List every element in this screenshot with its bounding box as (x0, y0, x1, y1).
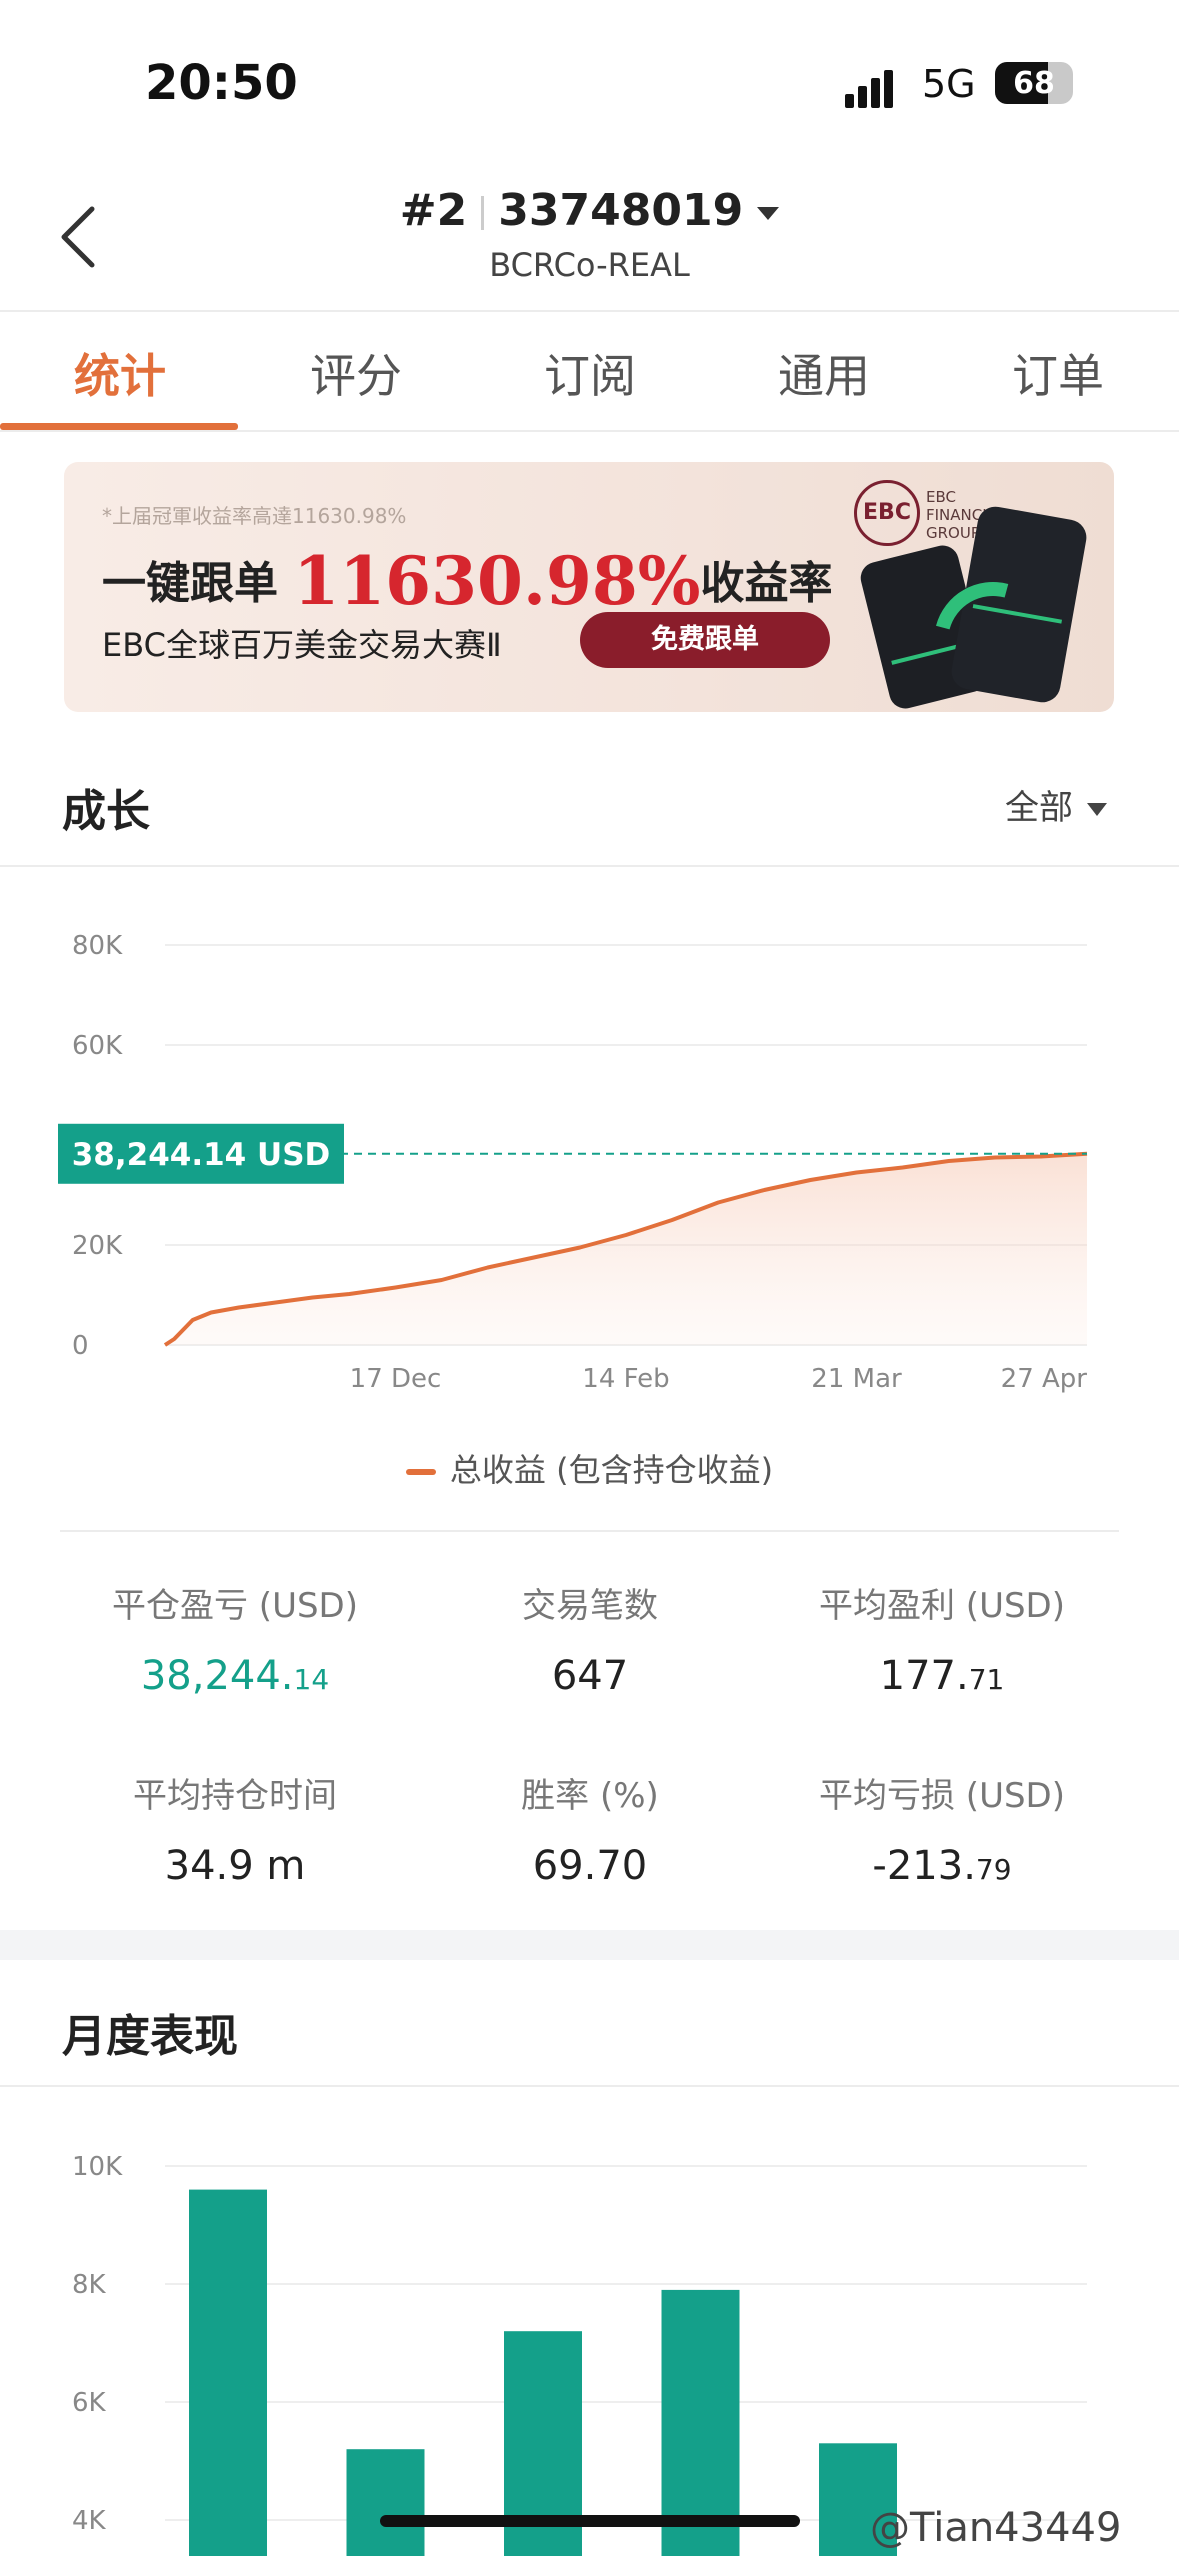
free-copy-button[interactable]: 免费跟单 (580, 612, 830, 668)
stat-value: 34.9 m (164, 1843, 306, 1889)
account-number: 33748019 (498, 185, 744, 236)
banner-headline-prefix: 一键跟单 (102, 558, 278, 609)
stat-closed-pnl: 平仓盈亏 (USD) 38,244.14 (45, 1578, 425, 1699)
stat-value: 38,244.14 (140, 1653, 330, 1699)
header-divider (0, 310, 1179, 312)
y-tick-label: 8K (72, 2270, 107, 2300)
monthly-divider (0, 2085, 1179, 2087)
monthly-bar (346, 2449, 425, 2556)
stat-trade-count: 交易笔数 647 (400, 1578, 780, 1699)
chevron-down-icon (1087, 803, 1107, 816)
stat-label: 平仓盈亏 (USD) (112, 1586, 358, 1626)
network-label: 5G (922, 62, 976, 106)
tab-subscribe[interactable]: 订阅 (472, 340, 708, 406)
tab-stats[interactable]: 统计 (2, 340, 238, 406)
banner-headline-value: 11630.98% (293, 542, 701, 620)
battery-level: 68 (1013, 66, 1055, 101)
tab-orders[interactable]: 订单 (940, 340, 1176, 406)
stat-label: 平均亏损 (USD) (819, 1776, 1065, 1816)
chart-legend: 总收益 (包含持仓收益) (0, 1445, 1179, 1491)
home-indicator (380, 2515, 800, 2527)
y-tick-label: 20K (72, 1231, 123, 1261)
growth-title: 成长 (62, 786, 150, 837)
stat-avg-profit: 平均盈利 (USD) 177.71 (752, 1578, 1132, 1699)
stat-value: 647 (551, 1653, 629, 1699)
stat-win-rate: 胜率 (%) 69.70 (400, 1768, 780, 1889)
y-tick-label: 60K (72, 1031, 123, 1061)
stat-value: 69.70 (532, 1843, 648, 1889)
stat-value: 177.71 (879, 1653, 1005, 1699)
promo-banner[interactable]: *上届冠軍收益率高達11630.98% 一键跟单 11630.98%收益率 EB… (64, 462, 1114, 712)
y-tick-label: 0 (72, 1331, 89, 1361)
monthly-chart[interactable]: 10K 8K 6K 4K (0, 2110, 1179, 2556)
active-tab-indicator (0, 423, 238, 430)
legend-swatch (405, 1469, 436, 1475)
period-filter[interactable]: 全部 (1005, 780, 1107, 829)
y-tick-label: 6K (72, 2388, 107, 2418)
tabs-divider (0, 430, 1179, 432)
x-tick-label: 17 Dec (350, 1364, 442, 1394)
stat-label: 平均持仓时间 (133, 1776, 337, 1816)
tab-general[interactable]: 通用 (706, 340, 942, 406)
account-selector[interactable]: #2 33748019 (0, 185, 1179, 236)
stat-value: -213.79 (872, 1843, 1012, 1889)
section-separator (0, 1930, 1179, 1960)
y-tick-label: 80K (72, 931, 123, 961)
signal-icon (845, 70, 893, 108)
tab-rating[interactable]: 评分 (238, 340, 474, 406)
account-separator (481, 196, 485, 230)
status-time: 20:50 (145, 55, 298, 111)
period-filter-label: 全部 (1005, 788, 1073, 828)
battery-icon: 68 (995, 62, 1073, 104)
ebc-logo: EBC (854, 480, 920, 546)
watermark: @Tian43449 (870, 2505, 1122, 2551)
stat-label: 胜率 (%) (521, 1776, 659, 1816)
banner-headline: 一键跟单 11630.98%收益率 (102, 542, 832, 620)
brand-line: EBC (926, 488, 956, 506)
stat-label: 平均盈利 (USD) (819, 1586, 1065, 1626)
banner-note: *上届冠軍收益率高達11630.98% (102, 504, 407, 528)
stat-avg-hold-time: 平均持仓时间 34.9 m (45, 1768, 425, 1889)
y-tick-label: 4K (72, 2506, 107, 2536)
server-name: BCRCo-REAL (489, 246, 690, 284)
monthly-bar (189, 2189, 267, 2556)
stat-label: 交易笔数 (522, 1586, 658, 1626)
stat-avg-loss: 平均亏损 (USD) -213.79 (752, 1768, 1132, 1889)
monthly-title: 月度表现 (62, 2011, 238, 2062)
banner-headline-suffix: 收益率 (700, 558, 833, 609)
legend-divider (60, 1530, 1119, 1532)
x-tick-label: 21 Mar (811, 1364, 902, 1394)
current-value-label: 38,244.14 USD (72, 1137, 331, 1173)
chevron-down-icon (757, 206, 780, 220)
legend-label: 总收益 (包含持仓收益) (449, 1451, 774, 1489)
growth-chart[interactable]: 80K 60K 20K 0 17 Dec 14 Feb 21 Mar 27 Apr 38,244… (0, 880, 1179, 1420)
y-tick-label: 10K (72, 2152, 123, 2182)
x-tick-label: 27 Apr (1001, 1364, 1088, 1394)
banner-subtitle: EBC全球百万美金交易大赛Ⅱ (102, 626, 502, 664)
account-rank: #2 (399, 185, 468, 236)
x-tick-label: 14 Feb (582, 1364, 669, 1394)
growth-divider (0, 865, 1179, 867)
